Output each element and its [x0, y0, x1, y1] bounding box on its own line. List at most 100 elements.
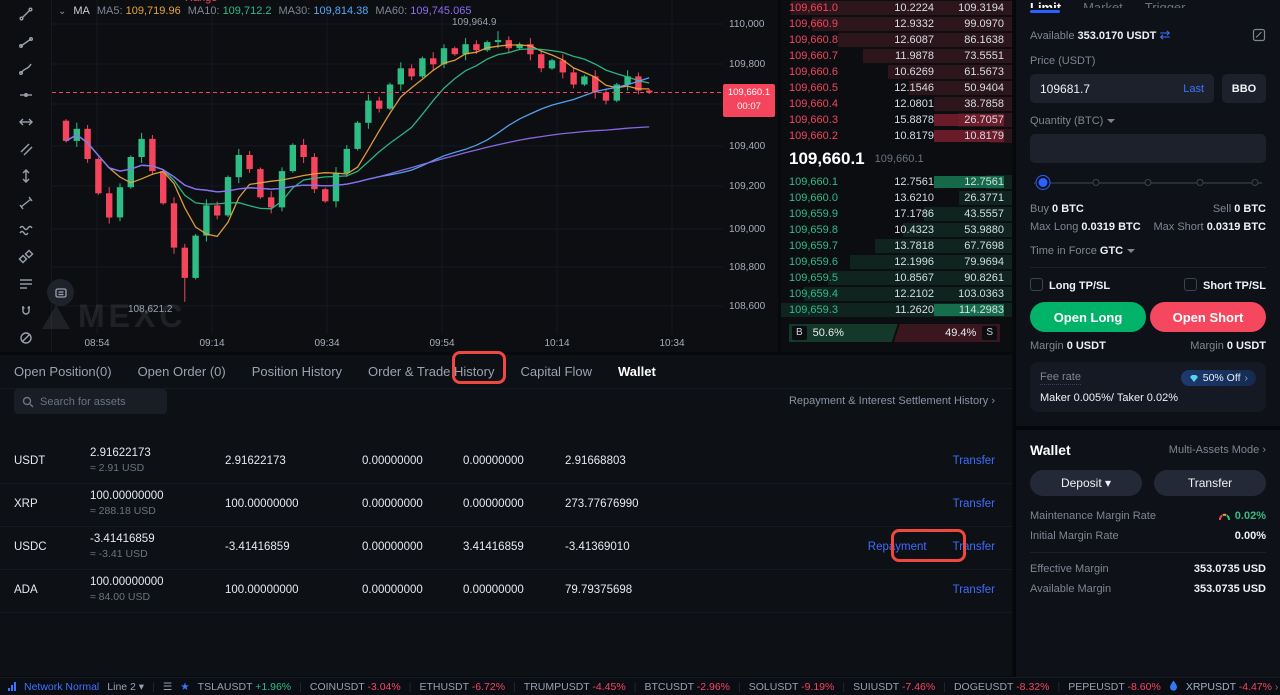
asset-liability: 3.41416859 — [463, 541, 524, 553]
calculator-icon[interactable] — [1252, 28, 1266, 42]
favorite-star-icon[interactable]: ★ — [180, 681, 189, 693]
asset-search[interactable] — [14, 389, 167, 414]
measure-icon[interactable] — [15, 195, 37, 211]
transfer-swap-icon[interactable]: ⇄ — [1159, 27, 1170, 42]
magnet-icon[interactable] — [15, 303, 37, 319]
tab-open-position-0[interactable]: Open Position(0) — [14, 364, 112, 379]
horizontal-arrows-icon[interactable] — [15, 114, 37, 130]
order-tab-trigger[interactable]: Trigger — [1145, 0, 1186, 8]
orderbook-row[interactable]: 109,660.3 15.8878 26.7057 — [781, 112, 1012, 128]
quantity-input[interactable] — [1030, 134, 1266, 163]
quantity-unit-caret-icon[interactable] — [1107, 119, 1115, 123]
lines-stack-icon[interactable] — [15, 276, 37, 292]
orderbook-row[interactable]: 109,659.4 12.2102 103.0363 — [781, 286, 1012, 302]
orderbook-row[interactable]: 109,659.6 12.1996 79.9694 — [781, 254, 1012, 270]
orderbook-row[interactable]: 109,661.0 10.2224 109.3194 — [781, 0, 1012, 16]
fee-discount-badge[interactable]: 50% Off › — [1181, 370, 1256, 386]
trend-angle-icon[interactable] — [15, 33, 37, 49]
orderbook-row[interactable]: 109,660.6 10.6269 61.5673 — [781, 64, 1012, 80]
orderbook-row[interactable]: 109,660.7 11.9878 73.5551 — [781, 48, 1012, 64]
tif-caret-icon[interactable] — [1127, 249, 1135, 253]
tab-order-trade-history[interactable]: Order & Trade History — [368, 364, 494, 379]
orderbook-mid[interactable]: 109,660.1 109,660.1 — [781, 144, 1012, 174]
active-pair[interactable]: XRPUSDT -4.47% › — [1186, 681, 1279, 693]
horizontal-line-icon[interactable] — [15, 87, 37, 103]
quantity-slider[interactable] — [1034, 176, 1262, 190]
orderbook-row[interactable]: 109,659.7 13.7818 67.7698 — [781, 238, 1012, 254]
last-price-button[interactable]: Last — [1183, 83, 1204, 95]
candlestick-chart[interactable] — [52, 0, 723, 334]
orderbook-row[interactable]: 109,660.9 12.9332 99.0970 — [781, 16, 1012, 32]
slider-stop-25[interactable] — [1092, 179, 1099, 186]
ticker-ethusdt[interactable]: ETHUSDT -6.72% — [419, 681, 505, 693]
ticker-tslausdt[interactable]: TSLAUSDT +1.96% — [198, 681, 291, 693]
line-selector[interactable]: Line 2 ▾ — [107, 681, 144, 693]
price-input[interactable]: 109681.7 Last — [1030, 74, 1214, 103]
order-tab-limit[interactable]: Limit — [1030, 0, 1061, 8]
long-tpsl-checkbox[interactable] — [1030, 278, 1043, 291]
slider-stop-75[interactable] — [1197, 179, 1204, 186]
orderbook-row[interactable]: 109,660.2 10.8179 10.8179 — [781, 128, 1012, 144]
open-short-button[interactable]: Open Short — [1150, 302, 1266, 332]
open-long-button[interactable]: Open Long — [1030, 302, 1146, 332]
search-input[interactable] — [40, 396, 150, 408]
slider-stop-100[interactable] — [1252, 179, 1259, 186]
ob-price: 109,659.8 — [789, 224, 853, 236]
tab-open-order-0[interactable]: Open Order (0) — [138, 364, 226, 379]
trend-line-icon[interactable] — [15, 6, 37, 22]
chevron-down-icon[interactable]: ⌄ — [58, 6, 66, 17]
short-tpsl-option[interactable]: Short TP/SL — [1184, 278, 1266, 292]
network-status[interactable]: Network Normal — [24, 681, 99, 693]
transfer-link[interactable]: Transfer — [953, 541, 995, 553]
shapes-icon[interactable] — [15, 249, 37, 265]
repayment-link[interactable]: Repayment — [868, 541, 927, 553]
ticker-pepeusdt[interactable]: PEPEUSDT -8.60% — [1068, 681, 1161, 693]
transfer-link[interactable]: Transfer — [953, 455, 995, 467]
orderbook-row[interactable]: 109,660.1 12.7561 12.7561 — [781, 174, 1012, 190]
orderbook-row[interactable]: 109,660.5 12.1546 50.9404 — [781, 80, 1012, 96]
order-tab-market[interactable]: Market — [1083, 0, 1123, 8]
repayment-history-link[interactable]: Repayment & Interest Settlement History … — [789, 395, 995, 407]
brush-icon[interactable] — [15, 60, 37, 76]
tab-wallet[interactable]: Wallet — [618, 364, 656, 379]
available-margin-label: Available Margin — [1030, 583, 1111, 595]
transfer-link[interactable]: Transfer — [953, 584, 995, 596]
long-tpsl-option[interactable]: Long TP/SL — [1030, 278, 1110, 292]
tab-capital-flow[interactable]: Capital Flow — [520, 364, 592, 379]
ticker-suiusdt[interactable]: SUIUSDT -7.46% — [853, 681, 935, 693]
orderbook-row[interactable]: 109,660.0 13.6210 26.3771 — [781, 190, 1012, 206]
vertical-arrows-icon[interactable] — [15, 168, 37, 184]
wave-pattern-icon[interactable] — [15, 222, 37, 238]
orderbook-row[interactable]: 109,659.5 10.8567 90.8261 — [781, 270, 1012, 286]
ticker-solusdt[interactable]: SOLUSDT -9.19% — [749, 681, 835, 693]
price-value[interactable]: 109681.7 — [1040, 82, 1090, 96]
tab-position-history[interactable]: Position History — [252, 364, 342, 379]
orderbook-row[interactable]: 109,660.4 12.0801 38.7858 — [781, 96, 1012, 112]
tif-row[interactable]: Time in Force GTC — [1030, 245, 1266, 257]
slider-handle[interactable] — [1037, 176, 1050, 189]
ticker-coinusdt[interactable]: COINUSDT -3.04% — [310, 681, 401, 693]
ticker-btcusdt[interactable]: BTCUSDT -2.96% — [644, 681, 730, 693]
parallel-channel-icon[interactable] — [15, 141, 37, 157]
bbo-button[interactable]: BBO — [1222, 74, 1266, 103]
ma5-label: MA5: — [97, 5, 123, 17]
deposit-button[interactable]: Deposit ▾ — [1030, 470, 1142, 496]
ticker-dogeusdt[interactable]: DOGEUSDT -8.32% — [954, 681, 1050, 693]
orderbook-row[interactable]: 109,660.8 12.6087 86.1638 — [781, 32, 1012, 48]
slider-stop-50[interactable] — [1145, 179, 1152, 186]
tif-value[interactable]: GTC — [1100, 245, 1123, 257]
chart-replay-button[interactable] — [47, 279, 74, 306]
hide-drawings-icon[interactable] — [15, 330, 37, 346]
ticker-trumpusdt[interactable]: TRUMPUSDT -4.45% — [524, 681, 626, 693]
transfer-link[interactable]: Transfer — [953, 498, 995, 510]
orderbook-row[interactable]: 109,659.3 11.2620 114.2983 — [781, 302, 1012, 318]
transfer-button[interactable]: Transfer — [1154, 470, 1266, 496]
asset-equity: 100.00000000≈ 84.00 USD — [90, 576, 164, 603]
ob-total: 12.7561 — [934, 176, 1004, 188]
menu-icon[interactable]: ☰ — [163, 681, 172, 693]
orderbook-row[interactable]: 109,659.8 10.4323 53.9880 — [781, 222, 1012, 238]
multi-assets-mode-link[interactable]: Multi-Assets Mode › — [1169, 444, 1266, 456]
short-tpsl-checkbox[interactable] — [1184, 278, 1197, 291]
orderbook-row[interactable]: 109,659.9 17.1786 43.5557 — [781, 206, 1012, 222]
indicator-label[interactable]: MA — [73, 5, 90, 17]
